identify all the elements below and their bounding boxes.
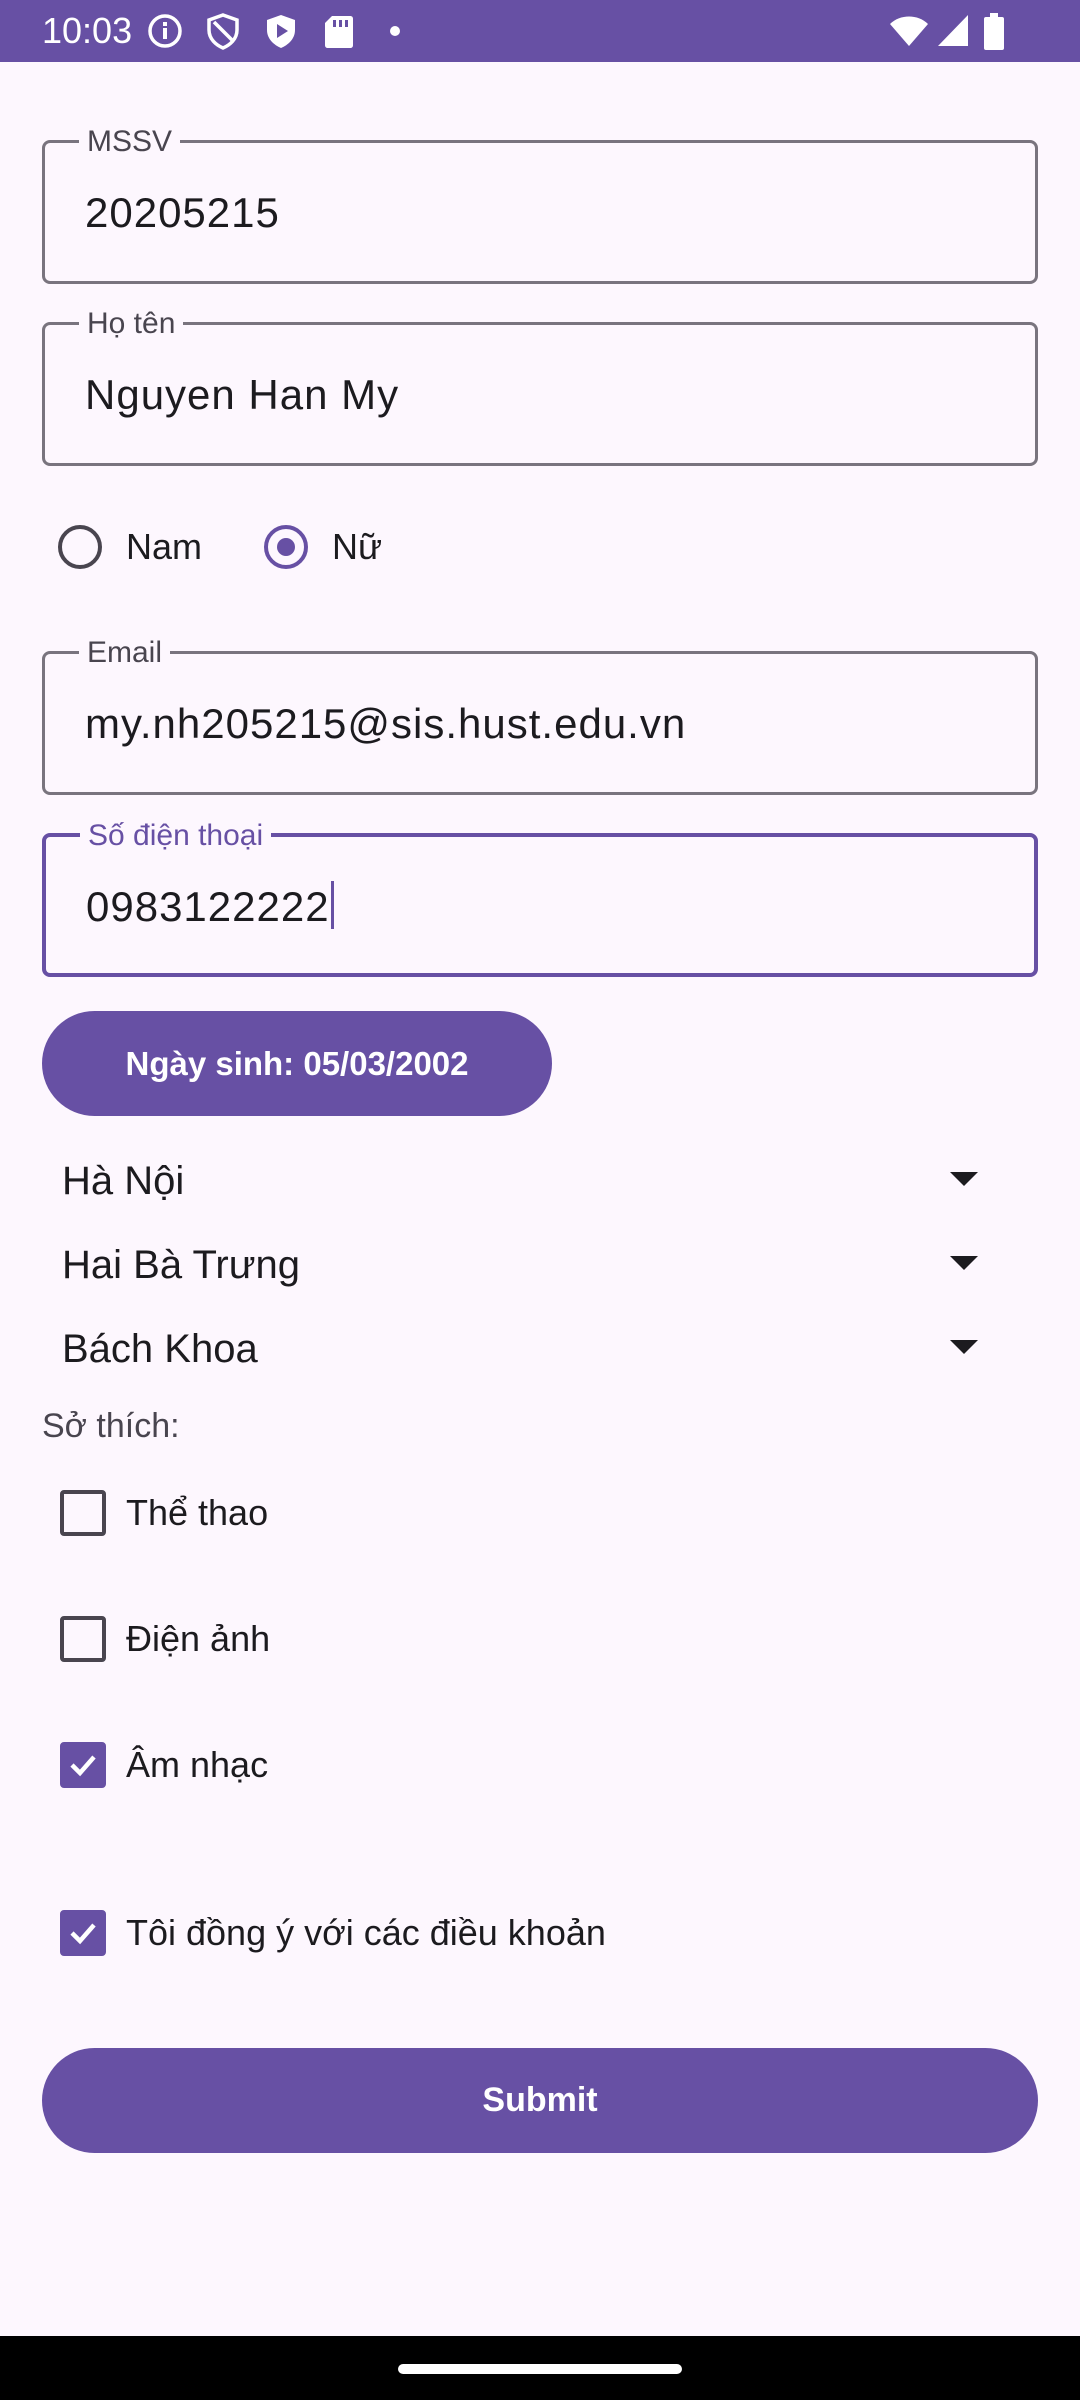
terms-label[interactable]: Tôi đồng ý với các điều khoản [126, 1912, 606, 1954]
name-input[interactable]: Nguyen Han My [85, 369, 399, 421]
birthday-button[interactable]: Ngày sinh: 05/03/2002 [42, 1011, 552, 1116]
status-time: 10:03 [42, 10, 133, 51]
wifi-icon [888, 12, 930, 55]
hobby-sports-label[interactable]: Thể thao [126, 1492, 268, 1534]
email-field[interactable]: Email my.nh205215@sis.hust.edu.vn [42, 636, 1038, 795]
ward-dropdown[interactable]: Bách Khoa [42, 1308, 1002, 1388]
email-label: Email [79, 636, 171, 670]
city-dropdown-value: Hà Nội [62, 1159, 185, 1203]
hobby-music-checkbox[interactable]: Âm nhạc [60, 1736, 960, 1796]
hobbies-label: Sở thích: [42, 1407, 180, 1445]
checkbox-box[interactable] [60, 1490, 106, 1536]
submit-button[interactable]: Submit [42, 2048, 1038, 2153]
checkbox-box[interactable] [60, 1910, 106, 1956]
district-dropdown[interactable]: Hai Bà Trưng [42, 1224, 1002, 1304]
radio-nam-circle[interactable] [58, 525, 102, 569]
district-dropdown-value: Hai Bà Trưng [62, 1243, 300, 1287]
phone-label: Số điện thoại [80, 819, 272, 853]
dot-icon [388, 24, 402, 43]
text-cursor [330, 881, 334, 929]
navigation-bar [0, 2336, 1080, 2400]
phone-field[interactable]: Số điện thoại 0983122222 [42, 819, 1038, 977]
name-field[interactable]: Họ tên Nguyen Han My [42, 307, 1038, 466]
radio-nu-circle[interactable] [264, 525, 308, 569]
sd-card-icon [320, 12, 358, 55]
dropdown-arrow-icon [950, 1256, 978, 1270]
hobby-film-label[interactable]: Điện ảnh [126, 1618, 270, 1660]
battery-icon [982, 12, 1006, 57]
dropdown-arrow-icon [950, 1340, 978, 1354]
dropdown-arrow-icon [950, 1172, 978, 1186]
city-dropdown[interactable]: Hà Nội [42, 1140, 1002, 1220]
checkbox-box[interactable] [60, 1616, 106, 1662]
phone-value: 0983122222 [86, 883, 330, 930]
status-bar: 10:03 [0, 0, 1080, 62]
checkmark-icon [70, 1755, 96, 1777]
phone-input[interactable]: 0983122222 [86, 881, 334, 933]
mssv-field[interactable]: MSSV 20205215 [42, 125, 1038, 284]
mssv-label: MSSV [79, 125, 181, 159]
checkbox-box[interactable] [60, 1742, 106, 1788]
info-icon [146, 12, 184, 55]
hobby-film-checkbox[interactable]: Điện ảnh [60, 1610, 960, 1670]
email-input[interactable]: my.nh205215@sis.hust.edu.vn [85, 698, 686, 750]
terms-checkbox[interactable]: Tôi đồng ý với các điều khoản [60, 1904, 960, 1964]
radio-nu-label[interactable]: Nữ [332, 526, 382, 568]
radio-nam-label[interactable]: Nam [126, 526, 202, 568]
checkmark-icon [70, 1923, 96, 1945]
play-protect-icon [262, 12, 300, 55]
hobby-music-label[interactable]: Âm nhạc [126, 1744, 268, 1786]
mssv-input[interactable]: 20205215 [85, 187, 280, 239]
hobby-sports-checkbox[interactable]: Thể thao [60, 1484, 960, 1544]
shield-icon [204, 12, 242, 55]
home-gesture-handle[interactable] [398, 2364, 682, 2374]
name-label: Họ tên [79, 307, 184, 341]
ward-dropdown-value: Bách Khoa [62, 1327, 258, 1371]
signal-icon [936, 12, 970, 55]
